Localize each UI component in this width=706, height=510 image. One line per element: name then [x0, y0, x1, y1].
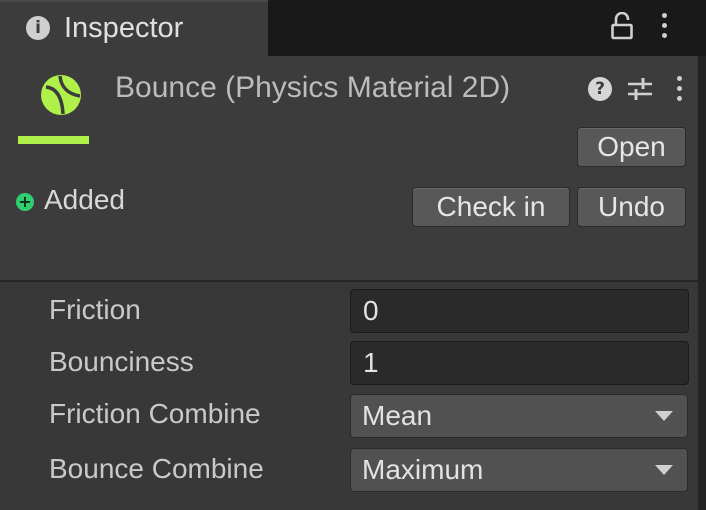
- properties-panel: Friction 0 Bounciness 1 Friction Combine…: [0, 282, 698, 510]
- bounciness-label: Bounciness: [49, 346, 194, 377]
- tab-bar: i Inspector: [0, 0, 706, 56]
- tab-menu-icon[interactable]: [662, 13, 668, 41]
- physics-material-icon: [41, 75, 81, 115]
- bounciness-field[interactable]: 1: [350, 341, 689, 385]
- check-in-button[interactable]: Check in: [412, 187, 570, 227]
- asset-menu-icon[interactable]: [677, 76, 683, 104]
- lock-icon[interactable]: [611, 12, 633, 40]
- help-icon[interactable]: ?: [588, 77, 612, 101]
- asset-accent-bar: [18, 136, 89, 144]
- friction-combine-dropdown[interactable]: Mean: [350, 394, 688, 438]
- bounce-combine-dropdown[interactable]: Maximum: [350, 448, 688, 492]
- chevron-down-icon: [655, 411, 673, 421]
- friction-combine-label: Friction Combine: [49, 398, 261, 429]
- chevron-down-icon: [655, 465, 673, 475]
- tab-title: Inspector: [64, 12, 184, 44]
- friction-label: Friction: [49, 294, 141, 325]
- added-status-icon: +: [16, 193, 34, 211]
- tab-inspector[interactable]: i Inspector: [0, 0, 268, 56]
- friction-combine-value: Mean: [362, 400, 433, 431]
- asset-header: Bounce (Physics Material 2D) ? Open + Ad…: [0, 56, 698, 280]
- asset-title: Bounce (Physics Material 2D): [115, 71, 511, 104]
- presets-icon[interactable]: [627, 77, 653, 101]
- info-icon: i: [26, 16, 50, 40]
- open-button[interactable]: Open: [577, 127, 686, 167]
- added-status-label: Added: [44, 184, 125, 215]
- friction-field[interactable]: 0: [350, 289, 689, 333]
- bounce-combine-label: Bounce Combine: [49, 453, 264, 484]
- undo-button[interactable]: Undo: [577, 187, 686, 227]
- scrollbar-track[interactable]: [698, 56, 706, 510]
- bounce-combine-value: Maximum: [362, 454, 484, 485]
